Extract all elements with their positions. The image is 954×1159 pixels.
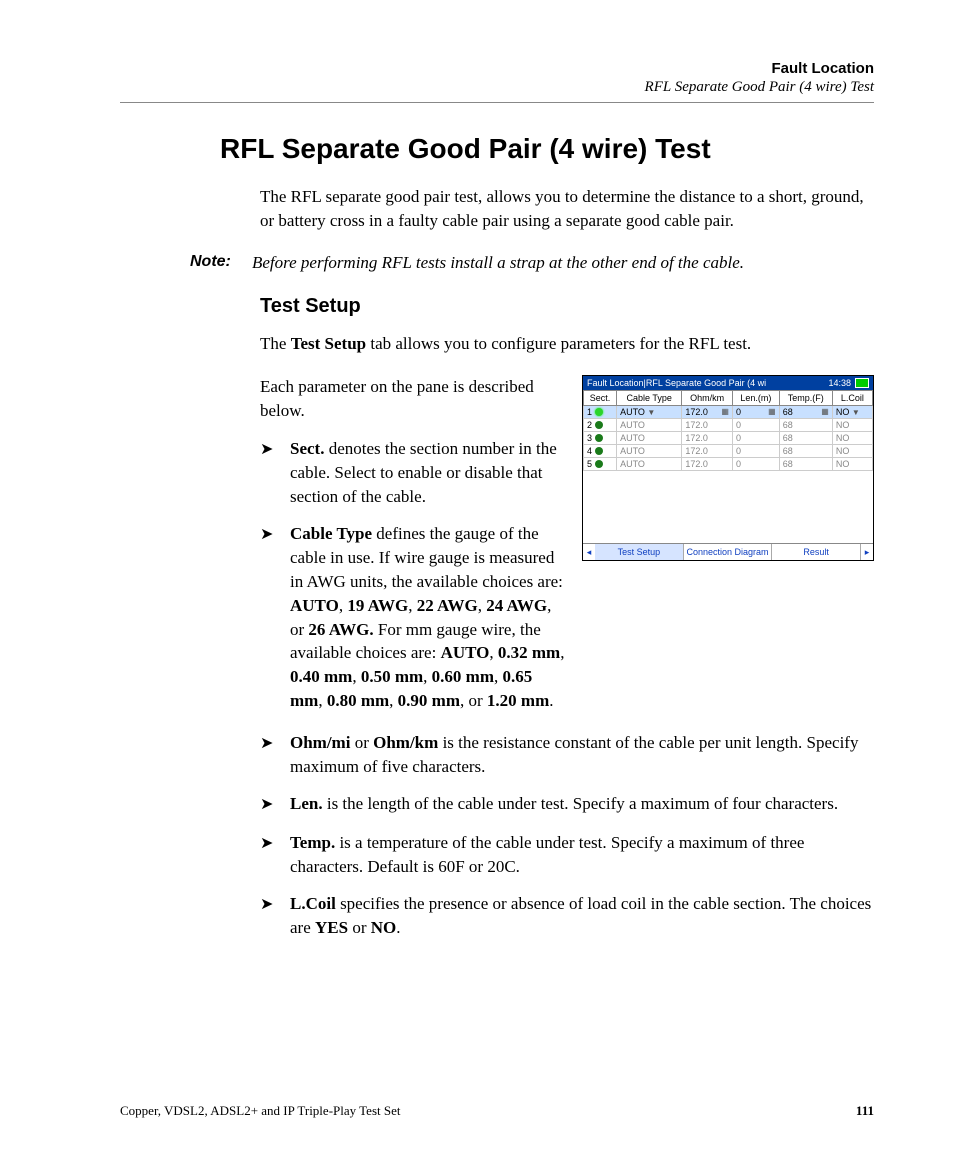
ss-breadcrumb: Fault Location|RFL Separate Good Pair (4…	[587, 378, 766, 388]
bullet-ohm: ➤ Ohm/mi or Ohm/km is the resistance con…	[260, 731, 874, 779]
enable-dot-icon[interactable]	[595, 434, 603, 442]
col-lcoil[interactable]: L.Coil	[832, 391, 872, 406]
enable-dot-icon[interactable]	[595, 408, 603, 416]
bullet-icon: ➤	[260, 792, 290, 816]
footer-product: Copper, VDSL2, ADSL2+ and IP Triple-Play…	[120, 1103, 400, 1119]
device-screenshot: Fault Location|RFL Separate Good Pair (4…	[582, 375, 874, 561]
header-section: RFL Separate Good Pair (4 wire) Test	[180, 79, 874, 96]
col-temp[interactable]: Temp.(F)	[779, 391, 832, 406]
col-len[interactable]: Len.(m)	[732, 391, 779, 406]
bullet-sect: ➤ Sect. denotes the section number in th…	[260, 437, 568, 508]
enable-dot-icon[interactable]	[595, 421, 603, 429]
header-chapter: Fault Location	[180, 60, 874, 77]
note: Note: Before performing RFL tests instal…	[190, 253, 874, 273]
bullet-icon: ➤	[260, 892, 290, 940]
bullet-icon: ➤	[260, 522, 290, 712]
enable-dot-icon[interactable]	[595, 460, 603, 468]
page-number: 111	[856, 1103, 874, 1119]
bullet-icon: ➤	[260, 731, 290, 779]
bullet-icon: ➤	[260, 437, 290, 508]
tab-result[interactable]: Result	[772, 544, 861, 560]
enable-dot-icon[interactable]	[595, 447, 603, 455]
col-ohm-km[interactable]: Ohm/km	[682, 391, 733, 406]
ss-row[interactable]: 3AUTO172.0068NO	[584, 432, 873, 445]
bullet-icon: ➤	[260, 831, 290, 879]
note-label: Note:	[190, 253, 252, 273]
tab-scroll-right[interactable]: ▸	[861, 544, 873, 560]
tab-scroll-left[interactable]: ◂	[583, 544, 595, 560]
ss-clock: 14:38	[828, 378, 851, 388]
bullet-cable-type: ➤ Cable Type defines the gauge of the ca…	[260, 522, 568, 712]
ss-row[interactable]: 1AUTO ▼172.0▦0▦68▦NO ▼	[584, 406, 873, 419]
ss-row[interactable]: 2AUTO172.0068NO	[584, 419, 873, 432]
page-title: RFL Separate Good Pair (4 wire) Test	[220, 133, 874, 165]
intro-paragraph: The RFL separate good pair test, allows …	[260, 185, 874, 233]
setup-intro: The Test Setup tab allows you to configu…	[260, 332, 874, 356]
tab-test-setup[interactable]: Test Setup	[595, 544, 684, 560]
bullet-len: ➤ Len. is the length of the cable under …	[260, 792, 874, 816]
note-text: Before performing RFL tests install a st…	[252, 253, 744, 273]
col-cable-type[interactable]: Cable Type	[617, 391, 682, 406]
tab-connection-diagram[interactable]: Connection Diagram	[684, 544, 773, 560]
ss-row[interactable]: 5AUTO172.0068NO	[584, 458, 873, 471]
header-rule	[120, 102, 874, 103]
col-sect[interactable]: Sect.	[584, 391, 617, 406]
ss-setup-table: Sect. Cable Type Ohm/km Len.(m) Temp.(F)…	[583, 390, 873, 471]
subheading-test-setup: Test Setup	[260, 295, 874, 318]
bullet-temp: ➤ Temp. is a temperature of the cable un…	[260, 831, 874, 879]
battery-icon	[855, 378, 869, 388]
bullet-lcoil: ➤ L.Coil specifies the presence or absen…	[260, 892, 874, 940]
ss-row[interactable]: 4AUTO172.0068NO	[584, 445, 873, 458]
